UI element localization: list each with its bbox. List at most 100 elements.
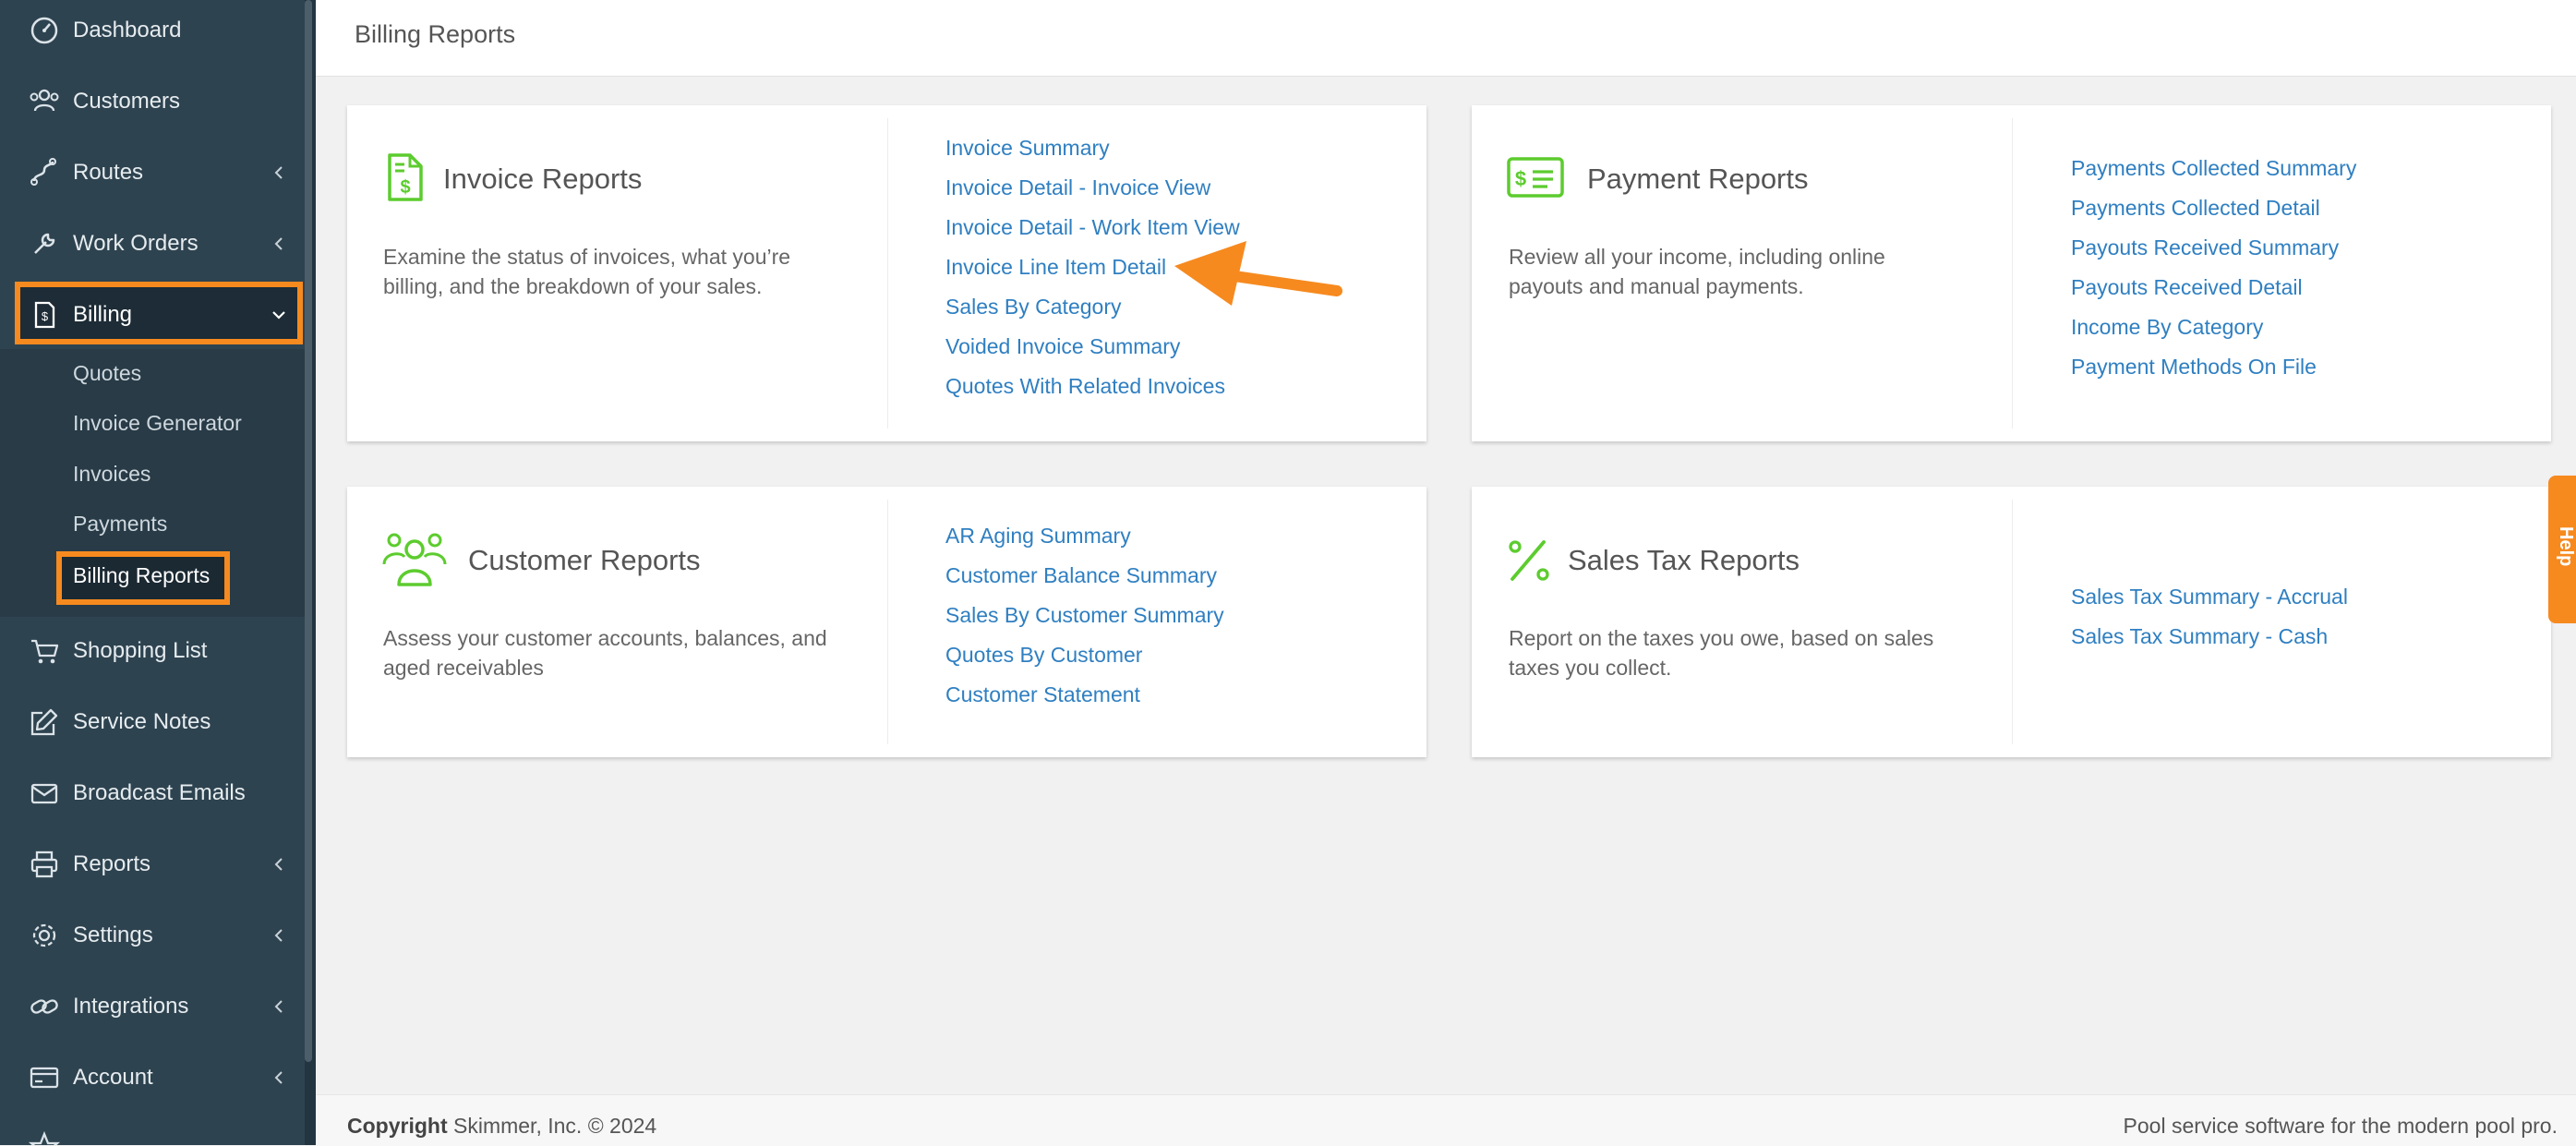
- sidebar-item-work-orders[interactable]: Work Orders: [0, 216, 305, 271]
- sidebar-item-account[interactable]: Account: [0, 1050, 305, 1105]
- customers-group-icon: [382, 533, 447, 586]
- link-income-by-category[interactable]: Income By Category: [2071, 308, 2356, 347]
- card-divider: [2012, 118, 2013, 428]
- page-title: Billing Reports: [355, 20, 516, 48]
- sidebar-item-label: Customers: [73, 89, 181, 114]
- submenu-item-billing-reports[interactable]: Billing Reports: [73, 563, 210, 588]
- payment-reports-card: $ Payment Reports Review all your income…: [1472, 105, 2551, 441]
- invoice-dollar-icon: $: [388, 153, 423, 201]
- copyright-text: Skimmer, Inc. © 2024: [447, 1114, 657, 1138]
- link-voided-invoice-summary[interactable]: Voided Invoice Summary: [945, 327, 1240, 367]
- chevron-left-icon: [274, 1000, 283, 1013]
- card-description: Examine the status of invoices, what you…: [383, 245, 791, 298]
- submenu-item-payments[interactable]: Payments: [73, 512, 167, 537]
- link-icon: [30, 999, 58, 1014]
- sidebar-item-label: Reports: [73, 851, 151, 876]
- invoice-icon: $: [34, 301, 55, 329]
- sidebar-item-dashboard[interactable]: Dashboard: [0, 3, 305, 58]
- sidebar-item-customers[interactable]: Customers: [0, 74, 305, 129]
- sidebar: Dashboard Customers Routes Work Orders $…: [0, 0, 305, 1145]
- chevron-left-icon: [274, 858, 283, 871]
- submenu-item-invoices[interactable]: Invoices: [73, 462, 150, 487]
- card-divider: [2012, 500, 2013, 744]
- sidebar-item-integrations[interactable]: Integrations: [0, 979, 305, 1034]
- envelope-icon: [30, 783, 58, 804]
- customer-reports-card: Customer Reports Assess your customer ac…: [347, 487, 1426, 757]
- dashboard-icon: [30, 17, 58, 44]
- sidebar-item-reports[interactable]: Reports: [0, 837, 305, 892]
- link-sales-by-customer-summary[interactable]: Sales By Customer Summary: [945, 596, 1224, 635]
- card-divider: [887, 118, 888, 428]
- sidebar-item-settings[interactable]: Settings: [0, 908, 305, 963]
- printer-icon: [30, 850, 58, 878]
- sidebar-item-label: Account: [73, 1065, 153, 1090]
- gear-icon: [32, 923, 56, 947]
- annotation-arrow: [1174, 241, 1342, 306]
- card-divider: [887, 500, 888, 744]
- sidebar-item-label: Integrations: [73, 994, 189, 1019]
- link-payments-collected-detail[interactable]: Payments Collected Detail: [2071, 188, 2356, 228]
- submenu-item-quotes[interactable]: Quotes: [73, 361, 141, 386]
- footer-copyright: Copyright Skimmer, Inc. © 2024: [347, 1114, 656, 1139]
- wrench-icon: [34, 233, 55, 254]
- card-title: Sales Tax Reports: [1568, 544, 1800, 576]
- copyright-label: Copyright: [347, 1114, 448, 1138]
- cart-icon: [31, 639, 59, 664]
- payment-report-links: Payments Collected Summary Payments Coll…: [2071, 149, 2356, 387]
- chevron-left-icon: [274, 1071, 283, 1084]
- link-invoice-detail-invoice-view[interactable]: Invoice Detail - Invoice View: [945, 168, 1240, 208]
- card-description: Assess your customer accounts, balances,…: [383, 626, 827, 680]
- percent-icon: [1509, 540, 1549, 581]
- footer-tagline: Pool service software for the modern poo…: [2123, 1114, 2558, 1138]
- footer: Copyright Skimmer, Inc. © 2024 Pool serv…: [316, 1094, 2576, 1146]
- sidebar-item-broadcast-emails[interactable]: Broadcast Emails: [0, 766, 305, 821]
- chevron-down-icon: [272, 311, 285, 320]
- money-list-icon: $: [1507, 157, 1564, 198]
- link-invoice-summary[interactable]: Invoice Summary: [945, 128, 1240, 168]
- link-payment-methods-on-file[interactable]: Payment Methods On File: [2071, 347, 2356, 387]
- sidebar-item-billing[interactable]: $ Billing: [0, 287, 305, 343]
- svg-text:$: $: [1515, 167, 1526, 190]
- link-quotes-with-related-invoices[interactable]: Quotes With Related Invoices: [945, 367, 1240, 406]
- sales-tax-report-links: Sales Tax Summary - Accrual Sales Tax Su…: [2071, 577, 2348, 657]
- top-bar: Billing Reports: [316, 0, 2576, 77]
- sidebar-item-label: Routes: [73, 160, 144, 185]
- help-label: Help: [2556, 526, 2576, 567]
- link-customer-statement[interactable]: Customer Statement: [945, 675, 1224, 715]
- sidebar-item-label: Shopping List: [73, 638, 208, 663]
- sidebar-item-label: Work Orders: [73, 231, 199, 256]
- link-customer-balance-summary[interactable]: Customer Balance Summary: [945, 556, 1224, 596]
- svg-text:$: $: [42, 309, 49, 323]
- sidebar-item-label: Billing: [73, 302, 133, 327]
- sidebar-item-routes[interactable]: Routes: [0, 145, 305, 200]
- sidebar-item-label: Settings: [73, 923, 153, 947]
- help-button[interactable]: Help: [2548, 476, 2576, 623]
- sidebar-item-shopping-list[interactable]: Shopping List: [0, 623, 305, 679]
- star-icon: [28, 1130, 61, 1145]
- sidebar-item-label: Service Notes: [73, 709, 211, 734]
- card-icon: [30, 1067, 59, 1089]
- edit-icon: [30, 708, 58, 736]
- sidebar-item-label: Dashboard: [73, 18, 182, 42]
- card-title: Customer Reports: [468, 544, 701, 576]
- card-title: Payment Reports: [1587, 163, 1809, 195]
- link-payments-collected-summary[interactable]: Payments Collected Summary: [2071, 149, 2356, 188]
- customer-report-links: AR Aging Summary Customer Balance Summar…: [945, 516, 1224, 715]
- link-payouts-received-detail[interactable]: Payouts Received Detail: [2071, 268, 2356, 308]
- card-title: Invoice Reports: [443, 163, 643, 195]
- sales-tax-reports-card: Sales Tax Reports Report on the taxes yo…: [1472, 487, 2551, 757]
- sidebar-scrollbar[interactable]: [305, 0, 312, 1062]
- card-description: Report on the taxes you owe, based on sa…: [1509, 626, 1934, 680]
- sidebar-item-service-notes[interactable]: Service Notes: [0, 694, 305, 750]
- link-ar-aging-summary[interactable]: AR Aging Summary: [945, 516, 1224, 556]
- chevron-left-icon: [274, 237, 283, 250]
- sidebar-item-partial[interactable]: [0, 1119, 305, 1145]
- svg-text:$: $: [400, 177, 410, 198]
- routes-icon: [30, 158, 56, 186]
- sidebar-item-label: Broadcast Emails: [73, 780, 246, 805]
- link-sales-tax-summary-cash[interactable]: Sales Tax Summary - Cash: [2071, 617, 2348, 657]
- link-sales-tax-summary-accrual[interactable]: Sales Tax Summary - Accrual: [2071, 577, 2348, 617]
- link-payouts-received-summary[interactable]: Payouts Received Summary: [2071, 228, 2356, 268]
- link-quotes-by-customer[interactable]: Quotes By Customer: [945, 635, 1224, 675]
- submenu-item-invoice-generator[interactable]: Invoice Generator: [73, 411, 242, 436]
